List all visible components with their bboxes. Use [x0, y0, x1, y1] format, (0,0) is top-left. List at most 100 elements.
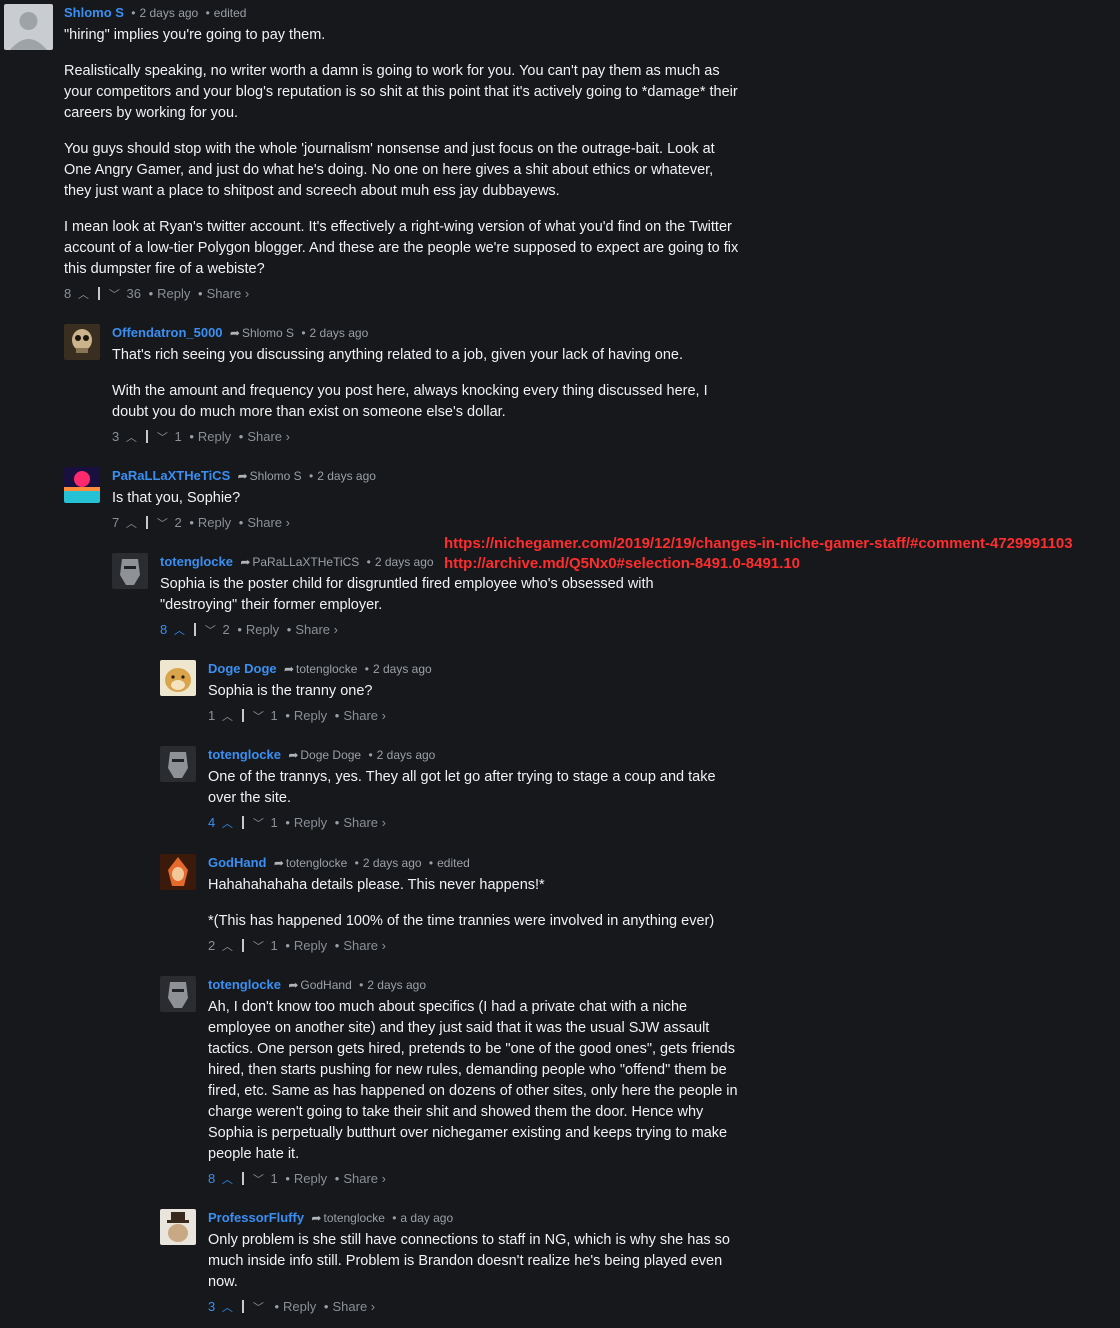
comment-text: *(This has happened 100% of the time tra… [208, 913, 715, 929]
reply-to-name[interactable]: totenglocke [323, 1211, 384, 1225]
timestamp[interactable]: 2 days ago [367, 978, 426, 992]
share-link[interactable]: Share › [247, 515, 290, 530]
downvote-icon[interactable]: ﹀ [253, 707, 264, 727]
share-link[interactable]: Share › [207, 286, 250, 301]
author-name[interactable]: totenglocke [160, 554, 233, 569]
comment-text: You guys should stop with the whole 'jou… [64, 141, 715, 199]
upvote-icon[interactable]: ︿ [222, 1170, 233, 1190]
downvote-count: 1 [270, 815, 278, 830]
annotation-url-comment[interactable]: https://nichegamer.com/2019/12/19/change… [444, 534, 1073, 554]
author-name[interactable]: PaRaLLaXTHeTiCS [112, 468, 230, 483]
comment-text: I mean look at Ryan's twitter account. I… [64, 219, 739, 277]
comment-header: Shlomo S • 2 days ago • edited [64, 5, 247, 20]
comment-text: With the amount and frequency you post h… [112, 383, 708, 420]
avatar[interactable] [160, 854, 196, 890]
upvote-icon[interactable]: ︿ [126, 428, 137, 448]
comment-header: totenglocke ➦ GodHand • 2 days ago [208, 977, 427, 992]
reply-link[interactable]: Reply [283, 1299, 316, 1314]
reply-link[interactable]: Reply [294, 938, 327, 953]
avatar[interactable] [160, 976, 196, 1012]
comment-text: Sophia is the tranny one? [208, 683, 373, 699]
comment-footer: 4 ︿ ﹀ 1 • Reply • Share › [208, 813, 738, 833]
timestamp[interactable]: 2 days ago [377, 748, 436, 762]
reply-to-name[interactable]: Shlomo S [250, 469, 302, 483]
armor-avatar-icon [160, 746, 196, 782]
reply-link[interactable]: Reply [157, 286, 190, 301]
author-name[interactable]: Doge Doge [208, 661, 277, 676]
annotation-url-archive[interactable]: http://archive.md/Q5Nx0#selection-8491.0… [444, 554, 800, 574]
author-name[interactable]: ProfessorFluffy [208, 1210, 304, 1225]
upvote-icon[interactable]: ︿ [222, 1298, 233, 1318]
timestamp[interactable]: 2 days ago [363, 856, 422, 870]
reply-link[interactable]: Reply [198, 429, 231, 444]
timestamp[interactable]: 2 days ago [140, 6, 199, 20]
timestamp[interactable]: 2 days ago [310, 326, 369, 340]
downvote-icon[interactable]: ﹀ [157, 514, 168, 534]
upvote-icon[interactable]: ︿ [174, 621, 185, 641]
fire-character-avatar-icon [160, 854, 196, 890]
downvote-count: 1 [174, 429, 182, 444]
downvote-count: 2 [222, 622, 230, 637]
timestamp[interactable]: 2 days ago [317, 469, 376, 483]
avatar[interactable] [64, 467, 100, 503]
author-name[interactable]: Offendatron_5000 [112, 325, 223, 340]
timestamp[interactable]: a day ago [400, 1211, 453, 1225]
downvote-icon[interactable]: ﹀ [205, 621, 216, 641]
avatar[interactable] [160, 746, 196, 782]
downvote-icon[interactable]: ﹀ [253, 1298, 264, 1318]
reply-to-name[interactable]: Doge Doge [300, 748, 361, 762]
reply-link[interactable]: Reply [294, 815, 327, 830]
downvote-icon[interactable]: ﹀ [253, 814, 264, 834]
reply-link[interactable]: Reply [246, 622, 279, 637]
comment-header: Doge Doge ➦ totenglocke • 2 days ago [208, 661, 432, 676]
reply-to-name[interactable]: totenglocke [296, 662, 357, 676]
reply-to-name[interactable]: totenglocke [286, 856, 347, 870]
share-link[interactable]: Share › [343, 815, 386, 830]
timestamp[interactable]: 2 days ago [375, 555, 434, 569]
reply-arrow-icon: ➦ [288, 748, 299, 762]
comment-footer: 8 ︿ ﹀ 2 • Reply • Share › [160, 620, 730, 640]
upvote-count: 4 [208, 815, 216, 830]
downvote-count: 1 [270, 708, 278, 723]
reply-link[interactable]: Reply [198, 515, 231, 530]
upvote-icon[interactable]: ︿ [78, 285, 89, 305]
author-name[interactable]: totenglocke [208, 747, 281, 762]
avatar[interactable] [160, 1209, 196, 1245]
vote-divider [241, 709, 244, 722]
share-link[interactable]: Share › [343, 1171, 386, 1186]
downvote-icon[interactable]: ﹀ [109, 285, 120, 305]
downvote-icon[interactable]: ﹀ [253, 937, 264, 957]
reply-link[interactable]: Reply [294, 708, 327, 723]
vote-divider [241, 1172, 244, 1185]
upvote-count: 3 [208, 1299, 216, 1314]
vote-divider [241, 939, 244, 952]
downvote-icon[interactable]: ﹀ [253, 1170, 264, 1190]
vote-divider [145, 516, 148, 529]
author-name[interactable]: Shlomo S [64, 5, 124, 20]
reply-to-name[interactable]: PaRaLLaXTHeTiCS [252, 555, 359, 569]
share-link[interactable]: Share › [295, 622, 338, 637]
upvote-icon[interactable]: ︿ [222, 814, 233, 834]
share-link[interactable]: Share › [332, 1299, 375, 1314]
upvote-icon[interactable]: ︿ [222, 937, 233, 957]
author-name[interactable]: totenglocke [208, 977, 281, 992]
reply-to-name[interactable]: GodHand [300, 978, 351, 992]
upvote-icon[interactable]: ︿ [222, 707, 233, 727]
avatar[interactable] [4, 4, 53, 50]
downvote-icon[interactable]: ﹀ [157, 428, 168, 448]
avatar[interactable] [112, 553, 148, 589]
share-link[interactable]: Share › [247, 429, 290, 444]
avatar[interactable] [64, 324, 100, 360]
share-link[interactable]: Share › [343, 938, 386, 953]
timestamp[interactable]: 2 days ago [373, 662, 432, 676]
comment-footer: 7 ︿ ﹀ 2 • Reply • Share › [112, 513, 742, 533]
share-link[interactable]: Share › [343, 708, 386, 723]
author-name[interactable]: GodHand [208, 855, 267, 870]
reply-link[interactable]: Reply [294, 1171, 327, 1186]
downvote-count: 1 [270, 938, 278, 953]
upvote-icon[interactable]: ︿ [126, 514, 137, 534]
reply-arrow-icon: ➦ [237, 469, 248, 483]
reply-arrow-icon: ➦ [283, 662, 295, 676]
reply-to-name[interactable]: Shlomo S [242, 326, 294, 340]
avatar[interactable] [160, 660, 196, 696]
